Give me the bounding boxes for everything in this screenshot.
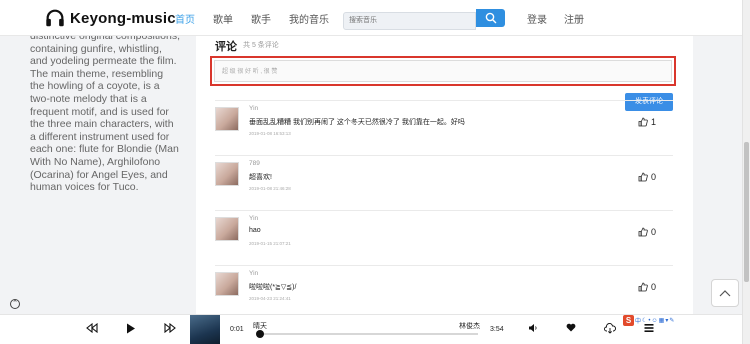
nav-singers[interactable]: 歌手 bbox=[251, 11, 271, 26]
nav-my-music[interactable]: 我的音乐 bbox=[289, 11, 329, 26]
nav-home[interactable]: 首页 bbox=[175, 11, 195, 26]
comment-date: 2019-01-08 21:46:28 bbox=[249, 186, 291, 191]
comment-input-box[interactable]: 超 级 很 好 听 , 很 赞 bbox=[210, 56, 676, 86]
comment-date: 2019-04-23 21:24:41 bbox=[249, 296, 291, 301]
shirt-icon[interactable]: ▾ bbox=[665, 317, 668, 324]
login-link[interactable]: 登录 bbox=[527, 11, 547, 26]
next-track-icon[interactable] bbox=[164, 323, 176, 333]
song-description: distinctive original compositions, conta… bbox=[30, 30, 180, 194]
track-artist: 林俊杰 bbox=[459, 323, 480, 330]
avatar[interactable] bbox=[215, 107, 239, 131]
like-button[interactable]: 0 bbox=[638, 172, 656, 182]
download-cloud-icon[interactable] bbox=[604, 323, 616, 334]
dot-icon[interactable]: • bbox=[648, 318, 650, 324]
search-bar bbox=[343, 9, 505, 30]
comment-text: 超喜欢! bbox=[249, 174, 272, 181]
like-count: 0 bbox=[651, 282, 657, 292]
ime-badge: S bbox=[623, 315, 634, 326]
previous-track-icon[interactable] bbox=[86, 323, 98, 333]
play-icon[interactable] bbox=[126, 323, 136, 334]
thumbs-up-icon bbox=[638, 117, 648, 127]
like-count: 0 bbox=[651, 227, 657, 237]
comment-textarea[interactable]: 超 级 很 好 听 , 很 赞 bbox=[214, 60, 672, 82]
comment-text: 啦啦啦(*≧▽≦)/ bbox=[249, 284, 297, 291]
keyboard-icon[interactable]: ▦ bbox=[659, 317, 665, 324]
logo-text: Keyong-music bbox=[70, 9, 176, 27]
headphones-icon bbox=[46, 9, 64, 27]
smile-icon[interactable]: ☺ bbox=[652, 318, 658, 324]
wrench-icon[interactable]: ✎ bbox=[669, 317, 674, 324]
logo[interactable]: Keyong-music bbox=[44, 7, 176, 29]
like-count: 1 bbox=[651, 117, 657, 127]
nav-playlists[interactable]: 歌单 bbox=[213, 11, 233, 26]
page-scrollbar[interactable] bbox=[742, 0, 750, 344]
thumbs-up-icon bbox=[638, 227, 648, 237]
comment-date: 2019-01-08 16:53:13 bbox=[249, 131, 291, 136]
thumbs-up-icon bbox=[638, 172, 648, 182]
comment-text: 垂面乱乱糟糟 我们别再闹了 这个冬天已然很冷了 我们靠在一起。好吗 bbox=[249, 119, 465, 126]
expand-up-icon[interactable]: ⌃ bbox=[10, 299, 20, 309]
scrollbar-thumb[interactable] bbox=[744, 142, 749, 282]
like-count: 0 bbox=[651, 172, 657, 182]
comment-text: hao bbox=[249, 227, 261, 234]
total-time: 3:54 bbox=[490, 326, 504, 333]
avatar[interactable] bbox=[215, 162, 239, 186]
current-time: 0:01 bbox=[230, 326, 244, 333]
avatar[interactable] bbox=[215, 272, 239, 296]
volume-icon[interactable] bbox=[528, 323, 538, 333]
comments-count: 共 5 条评论 bbox=[243, 42, 279, 49]
top-header: Keyong-music 首页 歌单 歌手 我的音乐 登录 注册 bbox=[0, 0, 742, 36]
progress-bar[interactable] bbox=[255, 330, 478, 338]
input-method-toolbar[interactable]: S 中 ☾ • ☺ ▦ ▾ ✎ bbox=[623, 315, 674, 326]
moon-icon[interactable]: ☾ bbox=[642, 317, 647, 324]
comment-author[interactable]: Yin bbox=[249, 270, 258, 277]
avatar[interactable] bbox=[215, 217, 239, 241]
comment-item: Yin hao 2019-01-15 21:07:21 0 bbox=[215, 210, 673, 266]
comment-date: 2019-01-15 21:07:21 bbox=[249, 241, 291, 246]
like-button[interactable]: 0 bbox=[638, 282, 656, 292]
comment-author[interactable]: Yin bbox=[249, 215, 258, 222]
like-button[interactable]: 1 bbox=[638, 117, 656, 127]
comment-item: Yin 啦啦啦(*≧▽≦)/ 2019-04-23 21:24:41 0 bbox=[215, 265, 673, 321]
heart-icon[interactable] bbox=[566, 323, 576, 332]
register-link[interactable]: 注册 bbox=[564, 11, 584, 26]
comments-panel: 评论 共 5 条评论 超 级 很 好 听 , 很 赞 发表评论 Yin 垂面乱乱… bbox=[196, 36, 693, 314]
thumbs-up-icon bbox=[638, 282, 648, 292]
comment-author[interactable]: 789 bbox=[249, 160, 260, 167]
back-to-top-button[interactable] bbox=[711, 279, 739, 307]
search-icon bbox=[485, 12, 496, 24]
search-button[interactable] bbox=[476, 9, 505, 27]
search-input[interactable] bbox=[343, 11, 476, 30]
comment-item: Yin 垂面乱乱糟糟 我们别再闹了 这个冬天已然很冷了 我们靠在一起。好吗 20… bbox=[215, 100, 673, 156]
album-cover[interactable] bbox=[190, 315, 220, 344]
like-button[interactable]: 0 bbox=[638, 227, 656, 237]
comment-placeholder: 超 级 很 好 听 , 很 赞 bbox=[222, 69, 278, 75]
comment-author[interactable]: Yin bbox=[249, 105, 258, 112]
progress-handle[interactable] bbox=[255, 330, 264, 338]
comments-title: 评论 bbox=[215, 41, 237, 53]
chevron-up-icon bbox=[719, 290, 731, 297]
comment-item: 789 超喜欢! 2019-01-08 21:46:28 0 bbox=[215, 155, 673, 211]
main-nav: 首页 歌单 歌手 我的音乐 bbox=[175, 11, 347, 26]
ime-label: 中 bbox=[635, 319, 642, 325]
